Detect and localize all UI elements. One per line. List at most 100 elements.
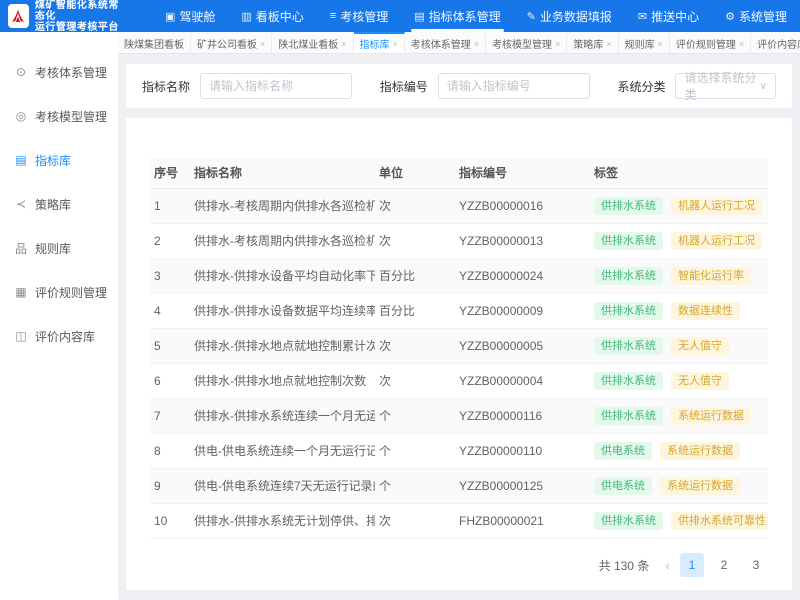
evaluation-rule-icon: ▦ xyxy=(14,285,28,299)
rule-library-icon: 品 xyxy=(14,240,28,257)
sidebar-item-label: 评价内容库 xyxy=(35,328,95,345)
table-row[interactable]: 8 供电-供电系统连续一个月无运行记录的设备个数 个 YZZB00000110 … xyxy=(150,433,768,468)
table-row[interactable]: 4 供排水-供排水设备数据平均连续率下降量 百分比 YZZB00000009 供… xyxy=(150,293,768,328)
sidebar-item-label: 评价规则管理 xyxy=(35,284,107,301)
col-header-index: 序号 xyxy=(150,158,190,188)
close-icon[interactable]: × xyxy=(606,39,611,49)
table-row[interactable]: 2 供排水-考核周期内供排水各巡检机器人巡检状... 次 YZZB0000001… xyxy=(150,223,768,258)
tag-badge: 供电系统 xyxy=(594,442,652,460)
nav-label: 推送中心 xyxy=(651,8,699,25)
header-nav-item[interactable]: ▤ 指标体系管理 xyxy=(401,0,513,32)
cell-index: 7 xyxy=(150,398,190,433)
close-icon[interactable]: × xyxy=(341,39,346,49)
header-nav-item[interactable]: ✉ 推送中心 xyxy=(625,0,712,32)
page-tab[interactable]: 陕煤集团看板 xyxy=(118,32,191,53)
cell-tags: 供排水系统机器人运行工况 xyxy=(590,188,768,223)
sidebar-item[interactable]: ▦ 评价规则管理 xyxy=(0,270,118,314)
table-row[interactable]: 6 供排水-供排水地点就地控制次数 次 YZZB00000004 供排水系统无人… xyxy=(150,363,768,398)
indicator-name-label: 指标名称 xyxy=(142,78,190,95)
header-nav-item[interactable]: ▥ 看板中心 xyxy=(228,0,316,32)
header-nav-item[interactable]: ≡ 考核管理 xyxy=(317,0,401,32)
close-icon[interactable]: × xyxy=(393,39,398,49)
page-tab[interactable]: 评价规则管理 × xyxy=(670,32,751,53)
close-icon[interactable]: × xyxy=(555,39,560,49)
chevron-left-icon[interactable]: ‹ xyxy=(663,557,672,573)
cell-index: 4 xyxy=(150,293,190,328)
nav-label: 指标体系管理 xyxy=(429,8,501,25)
close-icon[interactable]: × xyxy=(474,39,479,49)
cell-tags: 供电系统系统运行数据 xyxy=(590,433,768,468)
cell-indicator-code: YZZB00000110 xyxy=(455,433,590,468)
table-row[interactable]: 10 供排水-供排水系统无计划停供、排水次数 次 FHZB00000021 供排… xyxy=(150,503,768,538)
table-row[interactable]: 7 供排水-供排水系统连续一个月无运行记录的设... 个 YZZB0000011… xyxy=(150,398,768,433)
header-nav-item[interactable]: ▣ 驾驶舱 xyxy=(152,0,228,32)
page-button[interactable]: 3 xyxy=(744,553,768,577)
page-tab[interactable]: 考核模型管理 × xyxy=(486,32,567,53)
indicator-table: 序号 指标名称 单位 指标编号 标签 1 供排水-考核周期内供排水各巡检机器 xyxy=(150,158,768,539)
table-row[interactable]: 9 供电-供电系统连续7天无运行记录的设备个数 个 YZZB00000125 供… xyxy=(150,468,768,503)
table-row[interactable]: 3 供排水-供排水设备平均自动化率下降量 百分比 YZZB00000024 供排… xyxy=(150,258,768,293)
table-row[interactable]: 1 供排水-考核周期内供排水各巡检机器人未巡检... 次 YZZB0000001… xyxy=(150,188,768,223)
table-row[interactable]: 5 供排水-供排水地点就地控制累计次数 次 YZZB00000005 供排水系统… xyxy=(150,328,768,363)
sidebar-item[interactable]: ◫ 评价内容库 xyxy=(0,314,118,358)
header-nav-item[interactable]: ✎ 业务数据填报 xyxy=(514,0,625,32)
board-center-icon: ▥ xyxy=(241,10,251,23)
cell-index: 10 xyxy=(150,503,190,538)
cell-unit: 次 xyxy=(375,188,455,223)
sidebar-item[interactable]: ⊙ 考核体系管理 xyxy=(0,50,118,94)
page-tab-label: 考核模型管理 xyxy=(492,36,552,51)
cell-unit: 个 xyxy=(375,468,455,503)
tag-badge: 供排水系统 xyxy=(594,232,663,250)
cockpit-icon: ▣ xyxy=(165,10,175,23)
cell-indicator-name: 供排水-供排水系统连续一个月无运行记录的设... xyxy=(190,398,375,433)
cell-index: 8 xyxy=(150,433,190,468)
assessment-system-icon: ⊙ xyxy=(14,65,28,79)
system-category-select[interactable]: 请选择系统分类 ∨ xyxy=(675,73,776,99)
app-title-line1: 煤矿智能化系统常态化 xyxy=(35,0,126,22)
page-button[interactable]: 1 xyxy=(680,553,704,577)
page-tab[interactable]: 评价内容库 × xyxy=(751,32,800,53)
nav-label: 业务数据填报 xyxy=(540,8,612,25)
col-header-name: 指标名称 xyxy=(190,158,375,188)
header-nav-item[interactable]: ⚙ 系统管理 xyxy=(712,0,800,32)
close-icon[interactable]: × xyxy=(658,39,663,49)
tag-badge: 系统运行数据 xyxy=(660,477,740,495)
tag-badge: 数据连续性 xyxy=(671,302,740,320)
sidebar-item[interactable]: ▤ 指标库 xyxy=(0,138,118,182)
col-header-tags: 标签 xyxy=(590,158,768,188)
cell-unit: 次 xyxy=(375,363,455,398)
tag-badge: 供排水系统 xyxy=(594,372,663,390)
page-tab[interactable]: 考核体系管理 × xyxy=(405,32,486,53)
indicator-name-input[interactable] xyxy=(200,73,352,99)
nav-label: 考核管理 xyxy=(340,8,388,25)
page-number: 3 xyxy=(753,558,760,572)
page-tab[interactable]: 策略库 × xyxy=(567,32,618,53)
page-button[interactable]: 2 xyxy=(712,553,736,577)
table-header-row: 序号 指标名称 单位 指标编号 标签 xyxy=(150,158,768,188)
sidebar-item-label: 策略库 xyxy=(35,196,71,213)
page-tab[interactable]: 规则库 × xyxy=(619,32,670,53)
tag-badge: 供排水系统 xyxy=(594,407,663,425)
app-title-line2: 运行管理考核平台 xyxy=(35,22,126,33)
col-header-code: 指标编号 xyxy=(455,158,590,188)
page-tab-label: 规则库 xyxy=(625,36,655,51)
page-tab-label: 陕北煤业看板 xyxy=(278,36,338,51)
push-center-icon: ✉ xyxy=(638,10,647,23)
indicator-code-input[interactable] xyxy=(438,73,590,99)
page-tab[interactable]: 陕北煤业看板 × xyxy=(272,32,353,53)
sidebar-item[interactable]: 品 规则库 xyxy=(0,226,118,270)
tag-badge: 供排水系统 xyxy=(594,197,663,215)
close-icon[interactable]: × xyxy=(739,39,744,49)
cell-indicator-code: YZZB00000005 xyxy=(455,328,590,363)
close-icon[interactable]: × xyxy=(260,39,265,49)
filter-bar: 指标名称 指标编号 系统分类 请选择系统分类 ∨ xyxy=(126,64,792,108)
cell-unit: 百分比 xyxy=(375,293,455,328)
sidebar-item[interactable]: ≺ 策略库 xyxy=(0,182,118,226)
cell-tags: 供电系统系统运行数据 xyxy=(590,468,768,503)
sidebar-item[interactable]: ◎ 考核模型管理 xyxy=(0,94,118,138)
indicator-library-icon: ▤ xyxy=(14,153,28,167)
cell-tags: 供排水系统机器人运行工况 xyxy=(590,223,768,258)
indicator-system-icon: ▤ xyxy=(414,10,424,23)
page-tab[interactable]: 指标库 × xyxy=(354,32,405,53)
page-tab[interactable]: 矿井公司看板 × xyxy=(191,32,272,53)
